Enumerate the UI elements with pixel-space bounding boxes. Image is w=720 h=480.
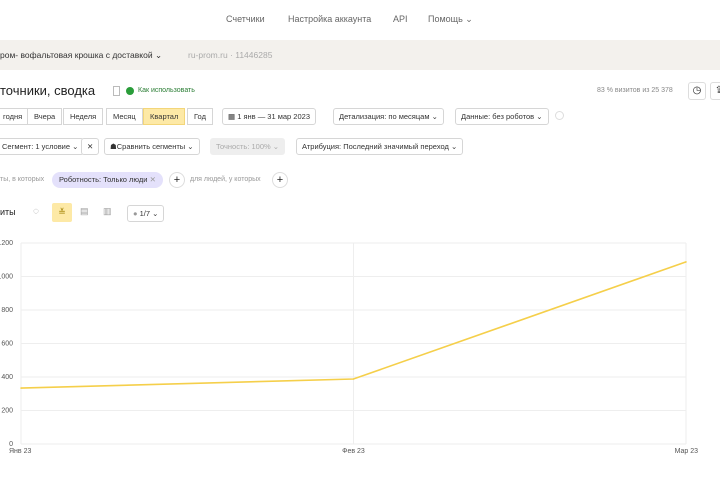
counter-selector[interactable]: ром- вофальтовая крошка с доставкой ⌄ xyxy=(0,50,162,61)
page-title: точники, сводка xyxy=(0,83,96,98)
nav-counters[interactable]: Счетчики xyxy=(226,14,265,24)
data-point xyxy=(20,387,22,389)
period-week[interactable]: Неделя xyxy=(63,108,104,125)
how-to-link[interactable]: Как использовать xyxy=(138,87,195,94)
x-tick-label: Мар 23 xyxy=(675,448,699,455)
counter-bar: ром- вофальтовая крошка с доставкой ⌄ ru… xyxy=(0,40,720,70)
top-nav: Счетчики Настройка аккаунта API Помощь ⌄ xyxy=(0,0,720,40)
chart-title: иты xyxy=(0,207,16,217)
add-visit-filter-button[interactable]: + xyxy=(169,172,185,188)
history-icon[interactable]: ◷ xyxy=(688,82,706,100)
nav-api[interactable]: API xyxy=(393,14,408,24)
attribution-dropdown[interactable]: Атрибуция: Последний значимый переход ⌄ xyxy=(296,138,464,155)
filter-prefix: ты, в которых xyxy=(0,176,45,183)
counter-site: ru-prom.ru · 11446285 xyxy=(188,50,273,60)
clear-segment-button[interactable]: ✕ xyxy=(81,138,100,155)
y-tick-label: 400 xyxy=(1,374,13,381)
bar-chart-icon[interactable]: ▤ xyxy=(80,206,89,217)
filter-chip[interactable]: Роботность: Только люди ✕ xyxy=(52,172,163,188)
export-icon[interactable]: ⇪ xyxy=(710,82,720,100)
people-filter-label: для людей, у которых xyxy=(190,176,261,183)
y-tick-label: 600 xyxy=(1,341,13,348)
people-icon: ☗ xyxy=(110,142,117,151)
x-tick-label: Янв 23 xyxy=(9,448,31,455)
info-icon xyxy=(126,87,134,95)
y-tick-label: 200 xyxy=(1,408,13,415)
period-today[interactable]: годня xyxy=(0,108,30,125)
x-tick-label: Фев 23 xyxy=(342,448,365,455)
counter-name: ром- вофальтовая крошка с доставкой xyxy=(0,50,153,60)
close-icon[interactable]: ✕ xyxy=(150,175,156,184)
y-tick-label: 1000 xyxy=(0,274,13,281)
date-range-picker[interactable]: ▦ 1 янв — 31 мар 2023 xyxy=(222,108,316,125)
line-chart: 0 200 400 600 800 1000 1200 Янв 23 Фев 23 Мар 23 xyxy=(0,240,699,455)
help-icon[interactable] xyxy=(555,111,564,120)
y-tick-label: 0 xyxy=(9,441,13,448)
period-yesterday[interactable]: Вчера xyxy=(27,108,63,125)
nav-help[interactable]: Помощь ⌄ xyxy=(428,14,473,25)
bookmark-icon[interactable] xyxy=(113,86,120,96)
compare-segments-button[interactable]: ☗Сравнить сегменты ⌄ xyxy=(104,138,200,155)
line-chart-icon[interactable]: ≚ xyxy=(52,203,72,222)
period-quarter[interactable]: Квартал xyxy=(143,108,186,125)
nav-account-settings[interactable]: Настройка аккаунта xyxy=(288,14,371,24)
period-month[interactable]: Месяц xyxy=(106,108,143,125)
series-selector[interactable]: ● 1/7 ⌄ xyxy=(127,205,165,222)
data-point xyxy=(685,261,687,263)
data-filter-dropdown[interactable]: Данные: без роботов ⌄ xyxy=(455,108,549,125)
data-point xyxy=(352,378,355,380)
detail-dropdown[interactable]: Детализация: по месяцам ⌄ xyxy=(333,108,444,125)
calendar-icon: ▦ xyxy=(228,112,236,121)
y-tick-label: 1200 xyxy=(0,240,13,247)
period-year[interactable]: Год xyxy=(187,108,213,125)
visits-info: 83 % визитов из 25 378 xyxy=(597,87,673,94)
pie-chart-icon[interactable]: ◌ xyxy=(33,206,39,217)
accuracy-dropdown[interactable]: Точность: 100% ⌄ xyxy=(210,138,286,155)
add-people-filter-button[interactable]: + xyxy=(272,172,288,188)
y-tick-label: 800 xyxy=(1,307,13,314)
segment-dropdown[interactable]: Сегмент: 1 условие ⌄ xyxy=(0,138,85,155)
stacked-chart-icon[interactable]: ▥ xyxy=(103,206,112,217)
dot-icon: ● xyxy=(133,209,138,218)
